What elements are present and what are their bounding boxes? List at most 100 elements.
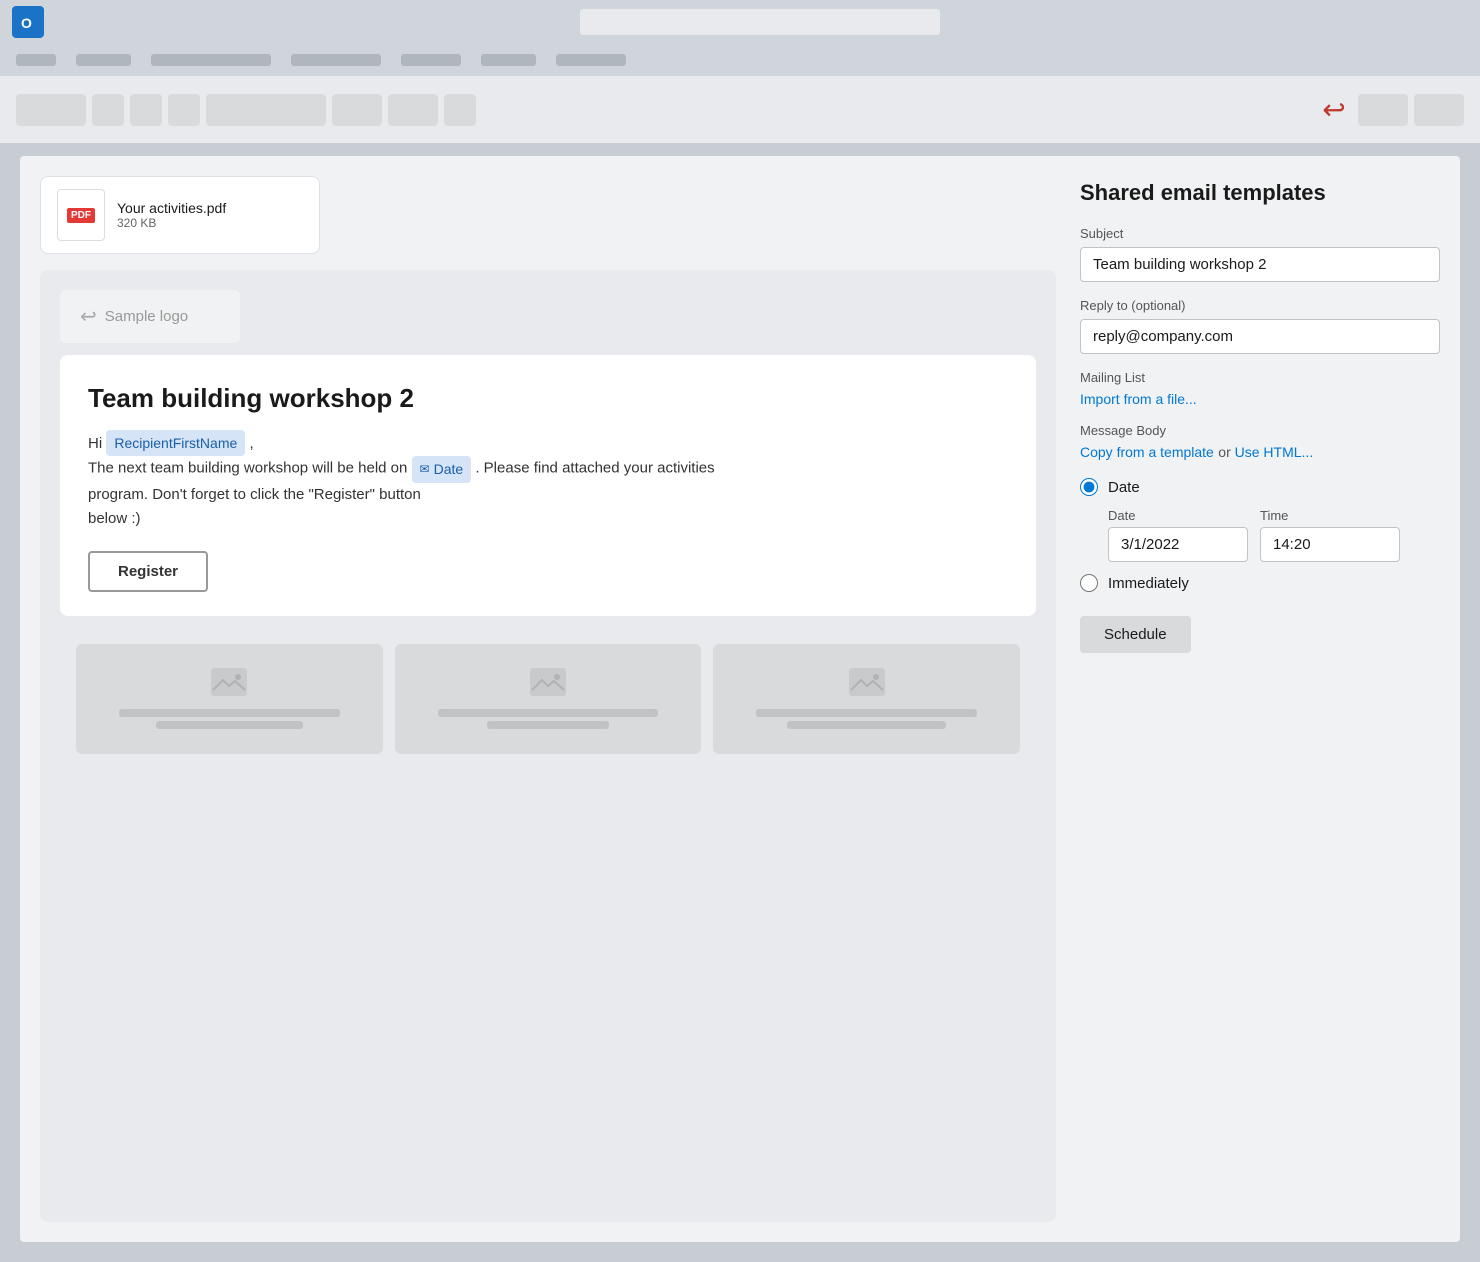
- caption-line-2b: [487, 721, 610, 729]
- import-from-file-link[interactable]: Import from a file...: [1080, 391, 1440, 407]
- caption-line-3a: [756, 709, 977, 717]
- email-body-card: Team building workshop 2 Hi RecipientFir…: [60, 355, 1036, 616]
- body-line3: program. Don't forget to click the "Regi…: [88, 486, 421, 503]
- subject-group: Subject: [1080, 226, 1440, 282]
- date-tag: ✉ Date: [412, 456, 472, 482]
- reply-to-input[interactable]: [1080, 319, 1440, 354]
- tag-first-name-label: RecipientFirstName: [114, 432, 237, 454]
- ribbon-group-1: [16, 94, 476, 126]
- attachment-name: Your activities.pdf: [117, 200, 226, 216]
- immediately-radio-row: Immediately: [1080, 574, 1440, 592]
- caption-line-1a: [119, 709, 340, 717]
- menu-file[interactable]: [16, 54, 56, 66]
- date-radio-label: Date: [1108, 479, 1140, 496]
- ribbon-btn-1[interactable]: [16, 94, 86, 126]
- message-body-links: Copy from a template or Use HTML...: [1080, 444, 1440, 462]
- email-preview: ↩ Sample logo Team building workshop 2 H…: [40, 270, 1056, 1222]
- menu-tools[interactable]: [481, 54, 536, 66]
- ribbon-btn-7[interactable]: [388, 94, 438, 126]
- caption-lines-3: [744, 709, 989, 729]
- ribbon-btn-3[interactable]: [130, 94, 162, 126]
- menu-edit[interactable]: [76, 54, 131, 66]
- ribbon-group-right: ↩: [1316, 92, 1464, 128]
- date-input-label: Date: [1108, 508, 1248, 523]
- email-body-text: Hi RecipientFirstName , The next team bu…: [88, 430, 1008, 531]
- ribbon-btn-8[interactable]: [444, 94, 476, 126]
- use-html-link[interactable]: Use HTML...: [1235, 444, 1314, 460]
- register-button[interactable]: Register: [88, 551, 208, 592]
- attachment-card: PDF Your activities.pdf 320 KB: [40, 176, 320, 254]
- subject-label: Subject: [1080, 226, 1440, 241]
- image-icon-1: [211, 668, 247, 703]
- image-icon-2: [530, 668, 566, 703]
- menu-format[interactable]: [401, 54, 461, 66]
- title-bar: O: [0, 0, 1480, 44]
- image-placeholder-3: [713, 644, 1020, 754]
- pdf-icon: PDF: [57, 189, 105, 241]
- images-row: [60, 628, 1036, 770]
- immediately-radio[interactable]: [1080, 574, 1098, 592]
- ribbon-btn-4[interactable]: [168, 94, 200, 126]
- time-input-label: Time: [1260, 508, 1400, 523]
- date-input[interactable]: [1108, 527, 1248, 562]
- body-line4: below :): [88, 510, 141, 527]
- panel-title: Shared email templates: [1080, 180, 1440, 206]
- caption-lines-1: [107, 709, 352, 729]
- app-icon: O: [12, 6, 44, 38]
- mailing-list-label: Mailing List: [1080, 370, 1440, 385]
- logo-placeholder-text: Sample logo: [105, 308, 188, 325]
- attachment-size: 320 KB: [117, 216, 226, 230]
- ribbon-btn-5[interactable]: [206, 94, 326, 126]
- image-placeholder-2: [395, 644, 702, 754]
- email-title: Team building workshop 2: [88, 383, 1008, 414]
- caption-lines-2: [425, 709, 670, 729]
- date-tag-icon: ✉: [420, 460, 430, 479]
- time-input[interactable]: [1260, 527, 1400, 562]
- datetime-row: Date Time: [1108, 508, 1440, 562]
- caption-line-2a: [438, 709, 659, 717]
- menu-insert[interactable]: [291, 54, 381, 66]
- mailing-list-group: Mailing List Import from a file...: [1080, 370, 1440, 407]
- copy-from-template-link[interactable]: Copy from a template: [1080, 444, 1214, 460]
- schedule-button[interactable]: Schedule: [1080, 616, 1191, 653]
- pdf-badge: PDF: [67, 208, 95, 223]
- ribbon-btn-2[interactable]: [92, 94, 124, 126]
- message-body-label: Message Body: [1080, 423, 1440, 438]
- greeting-text: Hi: [88, 435, 102, 452]
- reply-icon[interactable]: ↩: [1316, 92, 1352, 128]
- logo-arrow-icon: ↩: [80, 304, 97, 329]
- recipient-first-name-tag: RecipientFirstName: [106, 430, 245, 456]
- svg-text:O: O: [21, 15, 32, 31]
- menu-help[interactable]: [556, 54, 626, 66]
- subject-input[interactable]: [1080, 247, 1440, 282]
- date-radio-row: Date: [1080, 478, 1440, 496]
- main-area: PDF Your activities.pdf 320 KB ↩ Sample …: [20, 156, 1460, 1242]
- title-bar-search[interactable]: [580, 9, 940, 35]
- comma-text: ,: [249, 435, 253, 452]
- body-line1: The next team building workshop will be …: [88, 460, 407, 477]
- date-group: Date: [1108, 508, 1248, 562]
- attachment-info: Your activities.pdf 320 KB: [117, 200, 226, 230]
- date-radio[interactable]: [1080, 478, 1098, 496]
- left-panel: PDF Your activities.pdf 320 KB ↩ Sample …: [40, 176, 1056, 1222]
- image-icon-3: [849, 668, 885, 703]
- caption-line-3b: [787, 721, 946, 729]
- body-line2: . Please find attached your activities: [475, 460, 714, 477]
- message-body-group: Message Body Copy from a template or Use…: [1080, 423, 1440, 462]
- time-group: Time: [1260, 508, 1400, 562]
- ribbon-btn-10[interactable]: [1414, 94, 1464, 126]
- reply-to-group: Reply to (optional): [1080, 298, 1440, 354]
- schedule-section: Date Date Time Immediately Schedule: [1080, 478, 1440, 653]
- ribbon-btn-9[interactable]: [1358, 94, 1408, 126]
- reply-to-label: Reply to (optional): [1080, 298, 1440, 313]
- date-tag-label: Date: [434, 458, 464, 480]
- or-separator: or: [1218, 444, 1234, 460]
- immediately-label: Immediately: [1108, 575, 1189, 592]
- logo-placeholder: ↩ Sample logo: [60, 290, 240, 343]
- image-placeholder-1: [76, 644, 383, 754]
- menu-bar: [0, 44, 1480, 76]
- ribbon-btn-6[interactable]: [332, 94, 382, 126]
- caption-line-1b: [156, 721, 303, 729]
- menu-view[interactable]: [151, 54, 271, 66]
- right-panel: Shared email templates Subject Reply to …: [1080, 176, 1440, 1222]
